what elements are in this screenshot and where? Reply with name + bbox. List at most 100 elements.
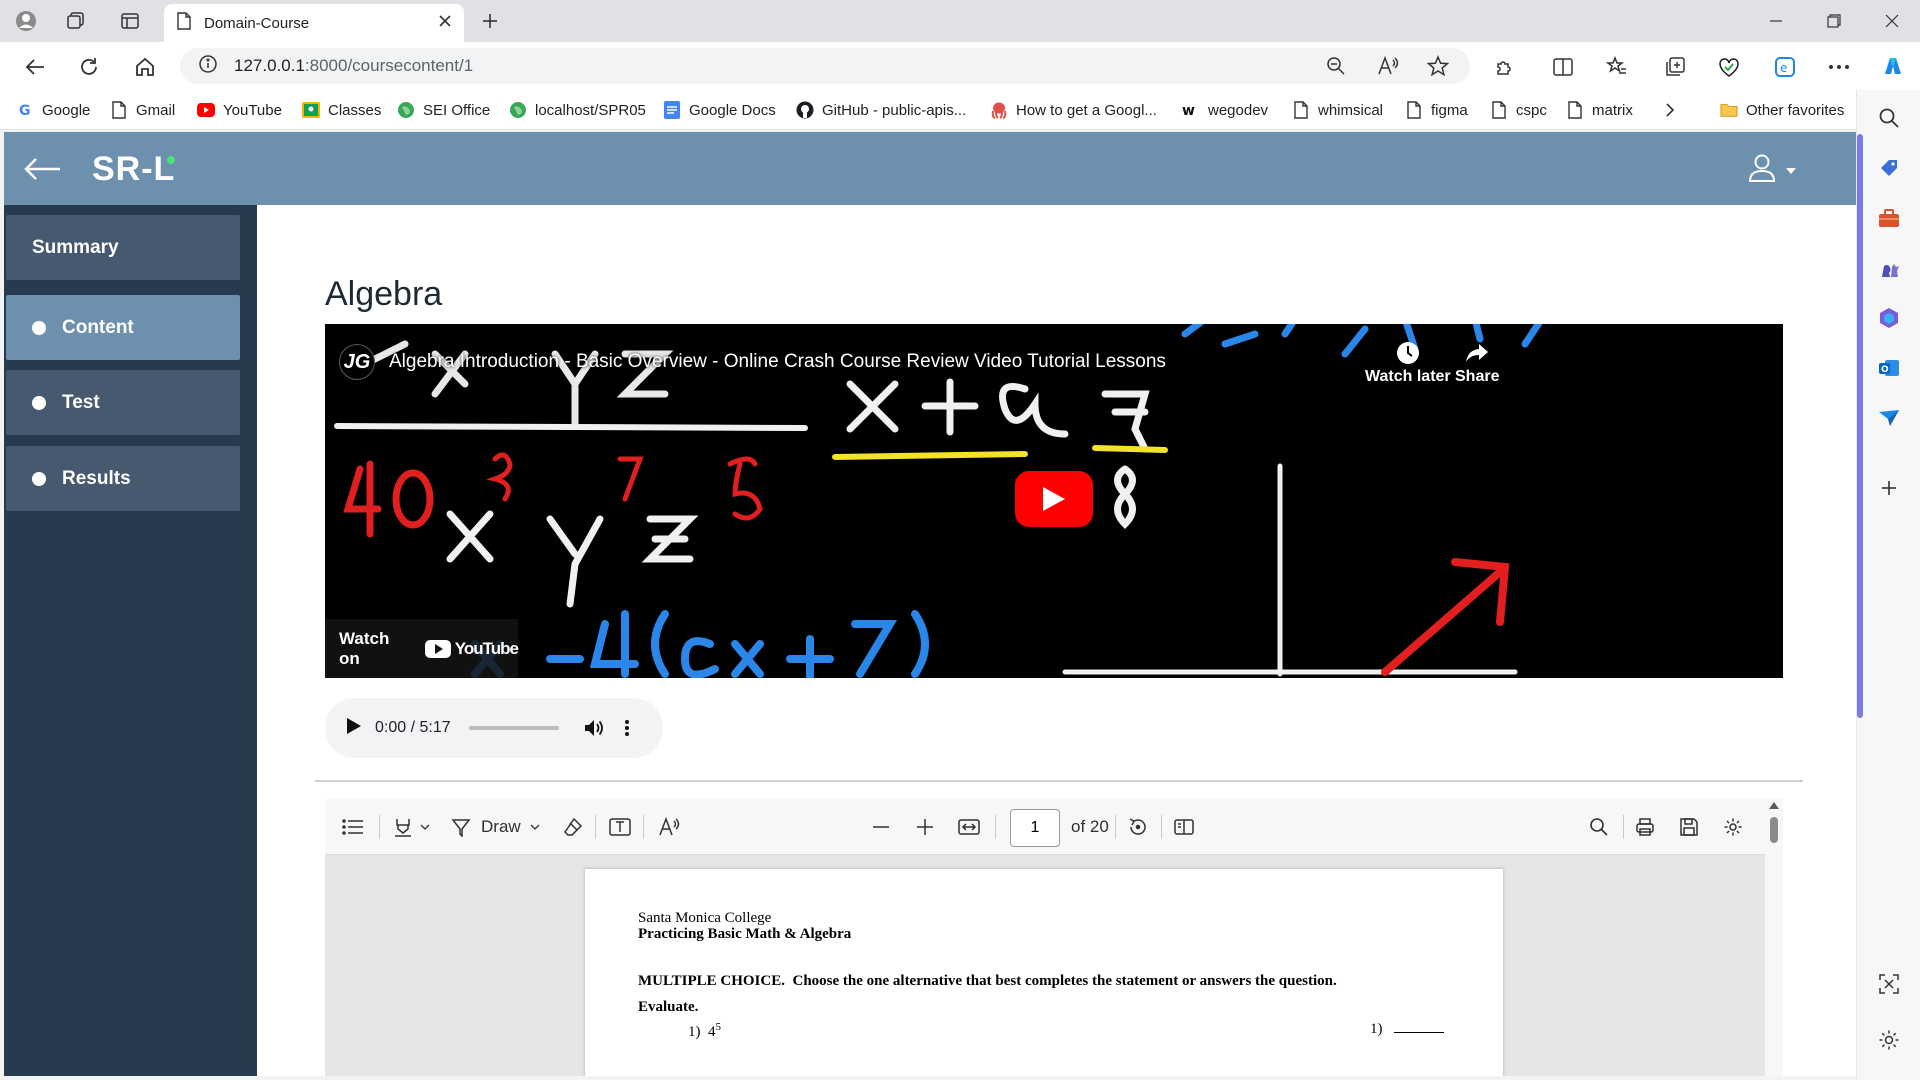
collections-icon[interactable] (1660, 52, 1690, 82)
draw-button[interactable]: Draw (481, 813, 521, 841)
close-window-button[interactable] (1864, 0, 1920, 42)
games-icon[interactable] (1875, 254, 1903, 282)
scroll-up-icon[interactable] (1765, 799, 1783, 813)
divider (315, 780, 1803, 782)
user-menu[interactable] (1746, 152, 1806, 188)
profile-icon[interactable] (12, 7, 40, 35)
shopping-tag-icon[interactable] (1875, 154, 1903, 182)
print-icon[interactable] (1633, 813, 1657, 841)
answer-blank[interactable] (1394, 1032, 1445, 1033)
info-icon[interactable] (198, 54, 218, 79)
toolbar-separator (1161, 815, 1162, 839)
close-icon[interactable] (438, 14, 452, 33)
more-vertical-icon[interactable] (619, 717, 635, 739)
bookmark-google-docs[interactable]: Google Docs (663, 98, 776, 122)
page-view-icon[interactable] (1171, 813, 1197, 841)
settings-icon[interactable] (1721, 813, 1745, 841)
workspaces-icon[interactable] (62, 7, 90, 35)
refresh-icon[interactable] (74, 52, 104, 82)
share-button[interactable]: Share (1455, 338, 1499, 386)
screenshot-icon[interactable] (1875, 970, 1903, 998)
tools-icon[interactable] (1875, 204, 1903, 232)
chevron-down-icon[interactable] (417, 813, 433, 841)
toolbar-separator (379, 815, 380, 839)
copilot-icon[interactable] (1878, 52, 1908, 82)
page-scrollbar[interactable] (1857, 134, 1863, 718)
home-icon[interactable] (130, 52, 160, 82)
bookmark-cspc[interactable]: cspc (1490, 98, 1547, 122)
pdf-scroll-thumb[interactable] (1770, 817, 1778, 843)
bookmark-google[interactable]: G Google (16, 98, 90, 122)
sidebar-item-test[interactable]: Test (6, 370, 240, 435)
extensions-icon[interactable] (1490, 52, 1520, 82)
video-embed[interactable]: JG Algebra Introduction - Basic Overview… (325, 324, 1783, 678)
sidebar-item-results[interactable]: Results (6, 446, 240, 511)
minimize-button[interactable] (1748, 0, 1804, 42)
text-box-icon[interactable] (607, 813, 633, 841)
m365-icon[interactable] (1875, 304, 1903, 332)
restore-button[interactable] (1806, 0, 1862, 42)
back-icon[interactable] (20, 52, 50, 82)
bookmark-figma[interactable]: figma (1405, 98, 1468, 122)
chevron-right-icon[interactable] (1664, 98, 1676, 122)
search-icon[interactable] (1587, 813, 1611, 841)
share-label: Share (1455, 368, 1500, 385)
zoom-in-icon[interactable] (913, 813, 937, 841)
bookmark-localhost[interactable]: localhost/SPR05 (509, 98, 646, 122)
rotate-icon[interactable] (1125, 813, 1151, 841)
settings-icon[interactable] (1875, 1026, 1903, 1054)
outlook-icon[interactable]: O (1875, 354, 1903, 382)
search-icon[interactable] (1875, 104, 1903, 132)
read-aloud-icon[interactable] (1376, 54, 1400, 78)
bookmark-gmail[interactable]: Gmail (110, 98, 175, 122)
volume-icon[interactable] (583, 717, 605, 739)
play-button[interactable] (1015, 471, 1093, 527)
channel-avatar[interactable]: JG (339, 344, 375, 380)
zoom-icon[interactable] (1324, 54, 1348, 78)
back-arrow-icon[interactable] (22, 154, 62, 184)
bookmark-classes[interactable]: Classes (302, 98, 381, 122)
tab-domain-course[interactable]: Domain-Course (164, 4, 464, 42)
brand-logo[interactable]: SR-L (92, 150, 175, 189)
bookmark-sei-office[interactable]: SEI Office (397, 98, 490, 122)
browser-tab-strip: Domain-Course (0, 0, 1920, 42)
bookmark-how-to-get-google[interactable]: How to get a Googl... (990, 98, 1157, 122)
bookmark-wegodev[interactable]: w wegodev (1182, 98, 1268, 122)
zoom-out-icon[interactable] (869, 813, 893, 841)
watch-later-button[interactable]: Watch later (1365, 338, 1451, 386)
bookmark-whimsical[interactable]: whimsical (1292, 98, 1383, 122)
watch-on-youtube-link[interactable]: Watch on YouTube (325, 619, 519, 678)
read-aloud-icon[interactable] (655, 813, 683, 841)
pdf-scrollbar[interactable] (1765, 799, 1783, 1076)
save-icon[interactable] (1677, 813, 1701, 841)
sidebar-item-summary[interactable]: Summary (6, 215, 240, 280)
edge-extension-icon[interactable]: e (1770, 52, 1800, 82)
bookmark-youtube[interactable]: YouTube (197, 98, 282, 122)
new-tab-button[interactable] (476, 7, 504, 35)
highlight-icon[interactable] (391, 813, 415, 841)
favorite-star-icon[interactable] (1426, 54, 1450, 78)
bookmark-github[interactable]: GitHub - public-apis... (796, 98, 966, 122)
browser-essentials-icon[interactable] (1714, 52, 1744, 82)
address-bar[interactable]: 127.0.0.1:8000/coursecontent/1 (180, 48, 1470, 84)
send-icon[interactable] (1875, 404, 1903, 432)
eraser-icon[interactable] (561, 813, 585, 841)
split-screen-icon[interactable] (1548, 52, 1578, 82)
bookmark-other-favorites[interactable]: Other favorites (1720, 98, 1844, 122)
sidebar-item-content[interactable]: Content (6, 295, 240, 360)
draw-icon[interactable] (449, 813, 473, 841)
add-icon[interactable] (1875, 474, 1903, 502)
bookmark-matrix[interactable]: matrix (1566, 98, 1633, 122)
page-number-input[interactable]: 1 (1010, 809, 1060, 847)
user-icon (1746, 152, 1778, 189)
fit-width-icon[interactable] (955, 813, 983, 841)
video-title[interactable]: Algebra Introduction - Basic Overview - … (389, 351, 1166, 373)
audio-player[interactable]: 0:00 / 5:17 (325, 698, 663, 758)
audio-seek-bar[interactable] (468, 726, 559, 730)
tab-actions-icon[interactable] (116, 7, 144, 35)
contents-list-icon[interactable] (339, 813, 367, 841)
favorites-icon[interactable] (1602, 52, 1632, 82)
chevron-down-icon[interactable] (527, 813, 543, 841)
play-icon[interactable] (347, 717, 361, 739)
more-icon[interactable] (1824, 52, 1854, 82)
